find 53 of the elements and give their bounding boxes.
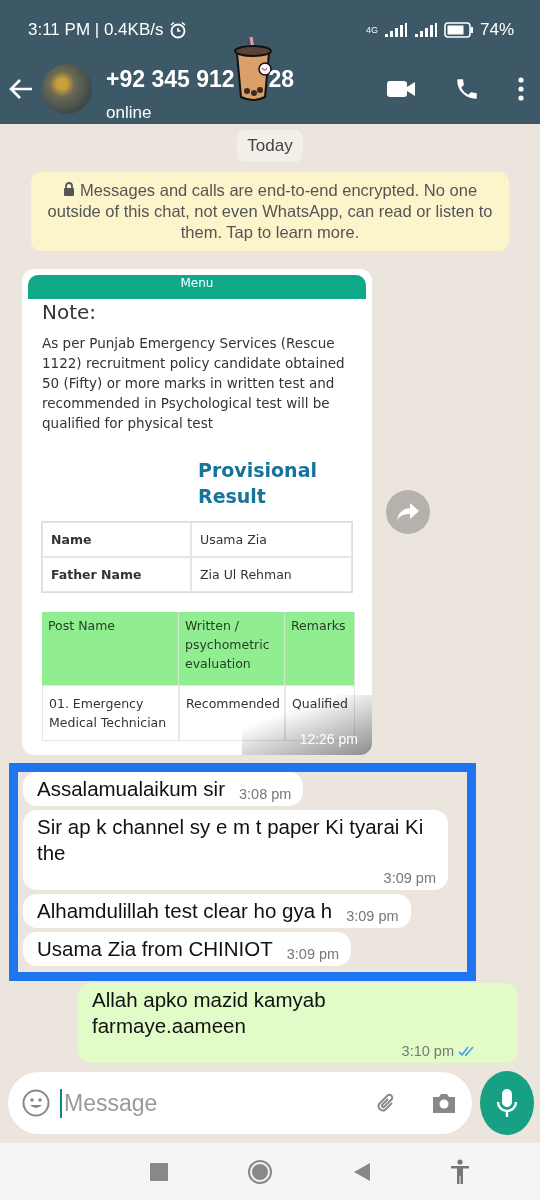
message-time: 3:09 pm [286,946,340,962]
more-options-icon[interactable] [518,77,524,101]
table-cell: Usama Zia [191,522,352,557]
result-title: Provisional Result [198,458,318,509]
image-message[interactable] [22,269,372,755]
table-cell: 01. Emergency Medical Technician [42,685,179,741]
message-field[interactable]: Message [8,1072,472,1134]
contact-status: online [106,103,153,123]
message-text: Usama Zia from CHINIOT [37,936,273,962]
message-text: Assalamualaikum sir [37,776,225,802]
forward-icon [396,502,420,522]
date-chip: Today [237,130,303,162]
network-type: 4G [365,25,378,35]
message-time: 12:26 pm [299,731,358,747]
message-time: 3:09 pm [346,908,399,924]
table-cell: Name [42,522,191,557]
table-cell: Father Name [42,557,191,592]
battery-icon [443,22,474,38]
lock-icon [62,182,75,196]
battery-level: 74% [479,20,514,40]
note-heading: Note: [41,299,98,323]
signal-icon [383,22,408,38]
status-time: 3:11 PM | 0.4KB/s [28,20,164,40]
message-text: Allah apko mazid kamyab farmaye.aameen [92,987,327,1039]
camera-icon[interactable] [430,1091,458,1115]
column-header: Post Name [42,612,179,685]
table-cell: Zia Ul Rehman [191,557,352,592]
forward-button[interactable] [386,490,430,534]
message-text: Alhamdulillah test clear ho gya h [37,898,333,924]
message-text: Sir ap k channel sy e m t paper Ki tyarai Ki the [37,814,425,866]
table-cell: Recommended [179,685,285,741]
video-call-icon[interactable] [386,79,416,99]
contact-avatar[interactable] [42,64,92,114]
home-icon[interactable] [247,1158,274,1185]
encryption-notice[interactable]: Messages and calls are end-to-end encrypted. No one outside of this chat, not even WhatsApp, can read or listen to them. Tap to learn more. [31,172,509,251]
contact-name[interactable]: +92 345 912 [106,65,235,93]
emoji-icon[interactable] [22,1089,50,1117]
microphone-icon [496,1088,518,1118]
column-header: Written / psychometric evaluation [179,612,285,685]
recents-icon[interactable] [149,1162,168,1181]
message-time: 3:10 pm [401,1043,478,1059]
note-paragraph: As per Punjab Emergency Services (Rescue 1122) recruitment policy candidate obtained 50 (Fifty) or more marks in written test and recommended in Psychological test will be qualified for physical test [41,334,346,433]
contact-name[interactable]: 28 [268,65,295,93]
phone-icon[interactable] [454,76,480,102]
message-input[interactable]: Message [60,1088,362,1118]
column-header: Remarks [285,612,355,685]
accessibility-icon[interactable] [450,1158,471,1185]
alarm-icon [169,21,188,39]
menu-bar: Menu [28,275,366,299]
back-icon[interactable] [352,1161,371,1182]
message-time: 3:08 pm [239,786,292,802]
signal-icon [413,22,438,38]
message-time: 3:09 pm [383,870,436,886]
